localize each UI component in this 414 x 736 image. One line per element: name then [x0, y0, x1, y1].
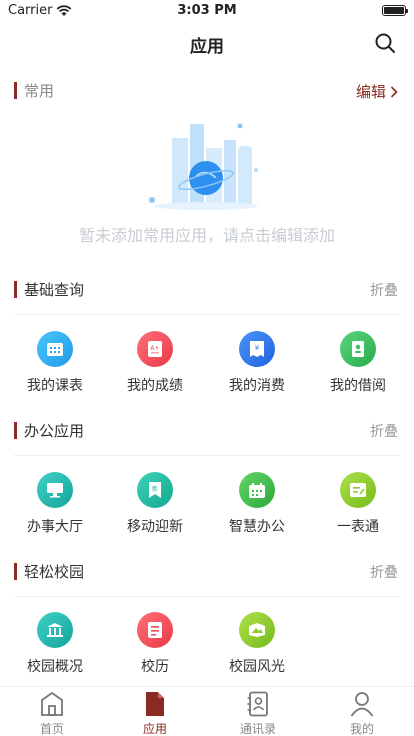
empty-state-illustration: [149, 123, 258, 210]
empty-state-text: 暂未添加常用应用，请点击编辑添加: [78, 226, 335, 245]
battery-icon: [382, 5, 408, 16]
app-label: 一表通: [337, 519, 379, 535]
divider: [14, 596, 400, 597]
page-title: 应用: [190, 37, 224, 57]
app-grid-office: 办事大厅 新 移动迎新 智慧办公 一表通: [0, 472, 414, 542]
profile-icon: [350, 692, 374, 717]
app-label: 移动迎新: [127, 519, 183, 535]
app-one-form[interactable]: 一表通: [318, 472, 398, 542]
tab-profile[interactable]: 我的: [322, 687, 402, 736]
chevron-right-icon: [390, 85, 398, 98]
svg-text:A+: A+: [150, 345, 159, 352]
app-label: 校园概况: [27, 659, 83, 675]
apps-icon: [146, 692, 164, 716]
app-school-calendar[interactable]: 校历: [115, 612, 195, 682]
tab-home[interactable]: 首页: [12, 687, 92, 736]
section-header-basic-query: 基础查询 折叠: [0, 278, 414, 302]
welcome-new-icon: 新: [137, 472, 173, 508]
app-label: 我的课表: [27, 378, 83, 394]
borrow-icon: [340, 331, 376, 367]
service-hall-icon: [37, 472, 73, 508]
section-header-office: 办公应用 折叠: [0, 419, 414, 443]
app-label: 智慧办公: [229, 519, 285, 535]
consumption-icon: ¥: [239, 331, 275, 367]
contacts-icon: [247, 691, 268, 717]
status-bar: Carrier 3:03 PM: [0, 0, 414, 22]
divider: [14, 455, 400, 456]
app-smart-office[interactable]: 智慧办公: [217, 472, 297, 542]
nav-bar: 应用: [0, 22, 414, 64]
svg-text:¥: ¥: [255, 344, 260, 352]
section-title: 办公应用: [24, 422, 85, 440]
app-label: 我的成绩: [127, 378, 183, 394]
campus-overview-icon: [37, 612, 73, 648]
section-title: 基础查询: [24, 281, 85, 299]
smart-office-icon: [239, 472, 275, 508]
section-marker: [14, 82, 17, 99]
divider: [14, 314, 400, 315]
edit-button[interactable]: 编辑: [356, 81, 398, 102]
search-icon[interactable]: [374, 32, 396, 54]
section-title: 轻松校园: [24, 563, 85, 581]
app-grid-campus: 校园概况 校历 校园风光: [0, 612, 414, 682]
app-label: 我的借阅: [330, 378, 386, 394]
scenery-icon: [239, 612, 275, 648]
tab-label: 通讯录: [239, 722, 276, 736]
calendar-icon: [137, 612, 173, 648]
section-marker: [14, 422, 17, 439]
tab-label: 我的: [349, 722, 374, 736]
section-marker: [14, 563, 17, 580]
form-icon: [340, 472, 376, 508]
tab-bar: 首页 应用 通讯录 我的: [0, 686, 414, 736]
app-my-borrow[interactable]: 我的借阅: [318, 331, 398, 401]
app-campus-overview[interactable]: 校园概况: [15, 612, 95, 682]
collapse-button[interactable]: 折叠: [370, 421, 398, 441]
collapse-button[interactable]: 折叠: [370, 562, 398, 582]
home-icon: [41, 691, 63, 716]
clock: 3:03 PM: [177, 3, 237, 18]
tab-label: 应用: [142, 722, 167, 736]
tab-contacts[interactable]: 通讯录: [218, 687, 298, 736]
section-header-campus: 轻松校园 折叠: [0, 560, 414, 584]
app-my-consumption[interactable]: ¥ 我的消费: [217, 331, 297, 401]
app-service-hall[interactable]: 办事大厅: [15, 472, 95, 542]
app-label: 办事大厅: [27, 519, 83, 535]
favorites-title: 常用: [24, 82, 55, 100]
app-label: 校园风光: [229, 659, 285, 675]
edit-label: 编辑: [355, 83, 386, 101]
app-my-timetable[interactable]: 我的课表: [15, 331, 95, 401]
grade-icon: A+: [137, 331, 173, 367]
timetable-icon: [37, 331, 73, 367]
app-mobile-welcome[interactable]: 新 移动迎新: [115, 472, 195, 542]
tab-apps[interactable]: 应用: [115, 687, 195, 736]
tab-label: 首页: [39, 722, 64, 736]
app-label: 我的消费: [229, 378, 285, 394]
app-campus-scenery[interactable]: 校园风光: [217, 612, 297, 682]
collapse-button[interactable]: 折叠: [370, 280, 398, 300]
app-label: 校历: [141, 659, 169, 675]
app-grid-basic-query: 我的课表 A+ 我的成绩 ¥ 我的消费 我的借阅: [0, 331, 414, 401]
svg-text:新: 新: [152, 485, 158, 493]
favorites-header: 常用 编辑: [0, 79, 414, 103]
section-marker: [14, 281, 17, 298]
app-my-grades[interactable]: A+ 我的成绩: [115, 331, 195, 401]
